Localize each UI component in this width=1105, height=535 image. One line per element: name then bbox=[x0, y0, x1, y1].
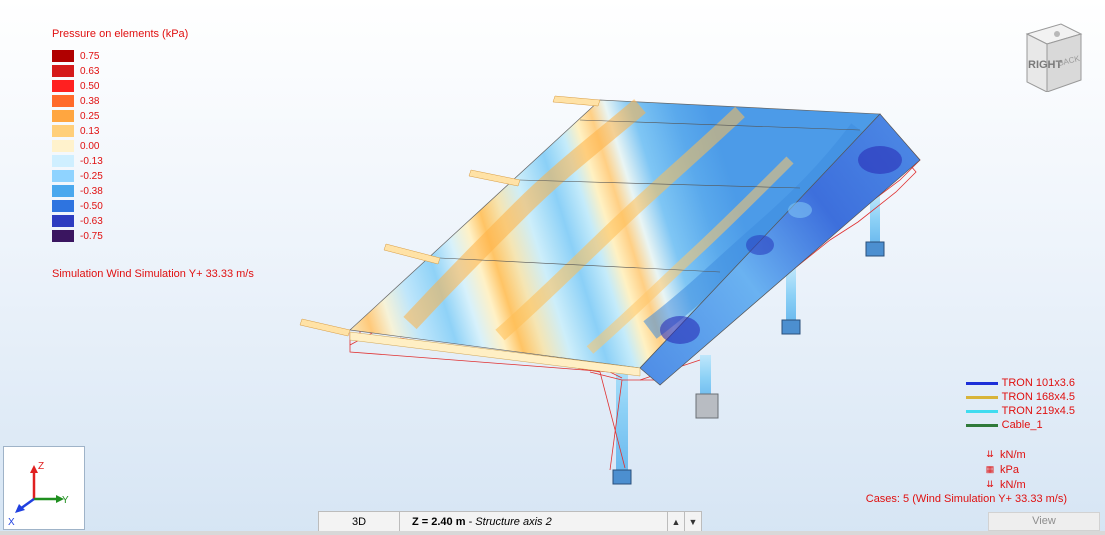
legend-swatch bbox=[52, 215, 74, 227]
legend-entry: 0.75 bbox=[52, 50, 99, 62]
legend-title: Pressure on elements (kPa) bbox=[52, 28, 189, 40]
legend-value: 0.63 bbox=[80, 65, 100, 77]
legend-swatch bbox=[52, 200, 74, 212]
legend-value: 0.13 bbox=[80, 125, 100, 137]
column-mid bbox=[786, 268, 796, 322]
section-label: TRON 168x4.5 bbox=[1001, 391, 1075, 403]
unit-label: kN/m bbox=[1000, 448, 1026, 461]
section-label: TRON 101x3.6 bbox=[1001, 377, 1075, 389]
unit-label: kPa bbox=[1000, 463, 1019, 476]
section-entry: TRON 168x4.5 bbox=[965, 390, 1075, 404]
view-status-bar: 3D Z = 2.40 m - Structure axis 2 ▲ ▼ bbox=[318, 511, 702, 533]
unit-entry: ⇊ kN/m bbox=[984, 447, 1026, 462]
section-label: Cable_1 bbox=[1001, 419, 1043, 431]
section-color-line bbox=[965, 423, 998, 427]
legend-entry: -0.38 bbox=[52, 185, 103, 197]
legend-value: 0.25 bbox=[80, 110, 100, 122]
view-mode-label[interactable]: 3D bbox=[319, 512, 400, 532]
distributed-load-icon: ⇊ bbox=[986, 479, 994, 489]
triangle-down-icon: ▼ bbox=[688, 517, 698, 527]
legend-value: -0.13 bbox=[80, 155, 103, 167]
legend-value: -0.63 bbox=[80, 215, 103, 227]
structure-axis-field[interactable]: Z = 2.40 m - Structure axis 2 bbox=[400, 516, 667, 528]
legend-entry: -0.13 bbox=[52, 155, 103, 167]
legend-value: -0.38 bbox=[80, 185, 103, 197]
legend-swatch bbox=[52, 185, 74, 197]
z-axis-label: Z bbox=[38, 461, 44, 472]
legend-value: -0.25 bbox=[80, 170, 103, 182]
y-axis-label: Y bbox=[62, 495, 69, 506]
view-cube[interactable]: RIGHT BACK bbox=[1021, 22, 1083, 92]
section-legend: TRON 101x3.6 TRON 168x4.5 TRON 219x4.5 C… bbox=[965, 376, 1075, 432]
legend-value: 0.00 bbox=[80, 140, 100, 152]
section-color-line bbox=[965, 381, 998, 385]
section-entry: TRON 101x3.6 bbox=[965, 376, 1075, 390]
legend-swatch bbox=[52, 50, 74, 62]
view-cube-marker bbox=[1054, 31, 1060, 37]
legend-entry: 0.38 bbox=[52, 95, 99, 107]
z-axis-arrow bbox=[30, 465, 38, 473]
legend-swatch bbox=[52, 80, 74, 92]
structure-axis-name: Structure axis 2 bbox=[475, 516, 552, 528]
legend-entry: 0.63 bbox=[52, 65, 99, 77]
section-label: TRON 219x4.5 bbox=[1001, 405, 1075, 417]
legend-value: 0.75 bbox=[80, 50, 100, 62]
distributed-load-icon: ⇊ bbox=[986, 449, 994, 459]
unit-entry: ▦ kPa bbox=[984, 462, 1026, 477]
legend-swatch bbox=[52, 170, 74, 182]
legend-entry: -0.50 bbox=[52, 200, 103, 212]
legend-entry: -0.25 bbox=[52, 170, 103, 182]
legend-value: 0.50 bbox=[80, 80, 100, 92]
section-color-line bbox=[965, 395, 998, 399]
unit-entry: ⇊ kN/m bbox=[984, 477, 1026, 492]
axes-triad: Z Y X bbox=[3, 446, 85, 530]
unit-label: kN/m bbox=[1000, 478, 1026, 491]
legend-swatch bbox=[52, 155, 74, 167]
view-button[interactable]: View bbox=[988, 512, 1100, 531]
simulation-label: Simulation Wind Simulation Y+ 33.33 m/s bbox=[52, 268, 254, 280]
footing-4 bbox=[695, 393, 719, 419]
z-separator: - bbox=[465, 516, 476, 528]
legend-entry: -0.63 bbox=[52, 215, 103, 227]
section-color-line bbox=[965, 409, 998, 413]
column-front-right bbox=[700, 355, 711, 400]
triangle-up-icon: ▲ bbox=[671, 517, 681, 527]
legend-entry: -0.75 bbox=[52, 230, 103, 242]
axis-up-button[interactable]: ▲ bbox=[667, 512, 684, 532]
legend-entry: 0.25 bbox=[52, 110, 99, 122]
legend-swatch bbox=[52, 140, 74, 152]
legend-entry: 0.13 bbox=[52, 125, 99, 137]
legend-value: -0.50 bbox=[80, 200, 103, 212]
surface-load-icon: ▦ bbox=[985, 464, 995, 474]
legend-entry: 0.00 bbox=[52, 140, 99, 152]
legend-swatch bbox=[52, 65, 74, 77]
z-level-value: Z = 2.40 m bbox=[412, 516, 466, 528]
load-units-legend: ⇊ kN/m ▦ kPa ⇊ kN/m bbox=[984, 447, 1026, 492]
legend-swatch bbox=[52, 110, 74, 122]
cases-label: Cases: 5 (Wind Simulation Y+ 33.33 m/s) bbox=[865, 493, 1067, 505]
section-entry: Cable_1 bbox=[965, 418, 1075, 432]
legend-swatch bbox=[52, 125, 74, 137]
footing-3 bbox=[865, 241, 885, 257]
legend-value: 0.38 bbox=[80, 95, 100, 107]
x-axis-label: X bbox=[8, 517, 15, 528]
legend-swatch bbox=[52, 95, 74, 107]
section-entry: TRON 219x4.5 bbox=[965, 404, 1075, 418]
bottom-toolbar-strip bbox=[0, 531, 1105, 535]
footing-1 bbox=[612, 469, 632, 485]
legend-value: -0.75 bbox=[80, 230, 103, 242]
axis-down-button[interactable]: ▼ bbox=[684, 512, 701, 532]
legend-entry: 0.50 bbox=[52, 80, 99, 92]
footing-2 bbox=[781, 319, 801, 335]
legend-swatch bbox=[52, 230, 74, 242]
